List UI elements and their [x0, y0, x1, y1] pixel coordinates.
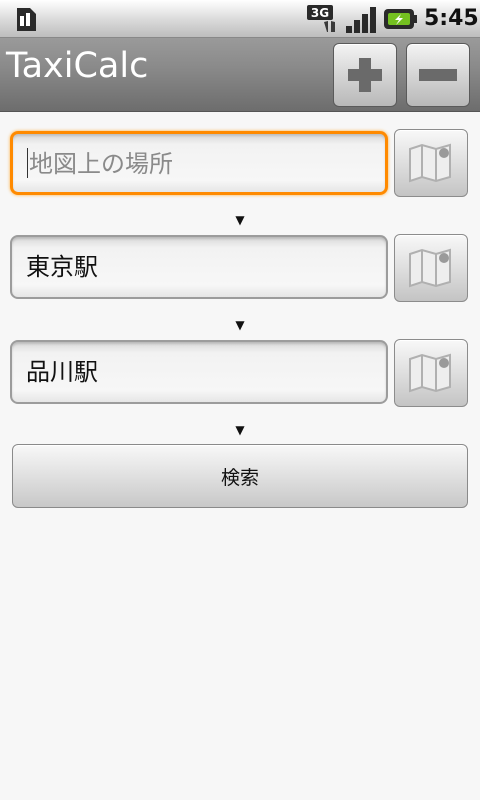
remove-stop-button[interactable]	[406, 43, 470, 107]
stop-1-map-button[interactable]	[394, 234, 468, 302]
stop-1-value: 東京駅	[26, 253, 98, 281]
signal-strength-icon	[346, 7, 376, 33]
title-bar: TaxiCalc	[0, 38, 480, 112]
stop-input-2[interactable]: 品川駅	[10, 340, 388, 404]
stop-2-value: 品川駅	[26, 358, 98, 386]
3g-data-icon: 3G	[307, 5, 335, 32]
status-bar: 3G 5:45	[0, 0, 480, 38]
origin-map-button[interactable]	[394, 129, 468, 197]
route-arrow: ▼	[235, 423, 245, 437]
app-title: TaxiCalc	[6, 46, 149, 86]
route-arrow: ▼	[235, 318, 245, 332]
battery-charging-icon	[384, 9, 417, 29]
network-type-label: 3G	[311, 6, 329, 20]
text-cursor	[27, 148, 28, 178]
route-arrow: ▼	[235, 213, 245, 227]
search-button[interactable]: 検索	[12, 444, 468, 508]
map-icon	[409, 248, 451, 288]
search-button-label: 検索	[220, 466, 259, 489]
origin-input[interactable]: 地図上の場所	[10, 131, 388, 195]
stop-2-map-button[interactable]	[394, 339, 468, 407]
map-icon	[409, 353, 451, 393]
add-stop-button[interactable]	[333, 43, 397, 107]
origin-placeholder: 地図上の場所	[29, 150, 173, 178]
clock: 5:45	[424, 6, 479, 31]
plus-icon	[348, 58, 382, 92]
map-icon	[409, 143, 451, 183]
stop-input-1[interactable]: 東京駅	[10, 235, 388, 299]
minus-icon	[419, 69, 457, 81]
sim-card-icon	[17, 8, 36, 31]
